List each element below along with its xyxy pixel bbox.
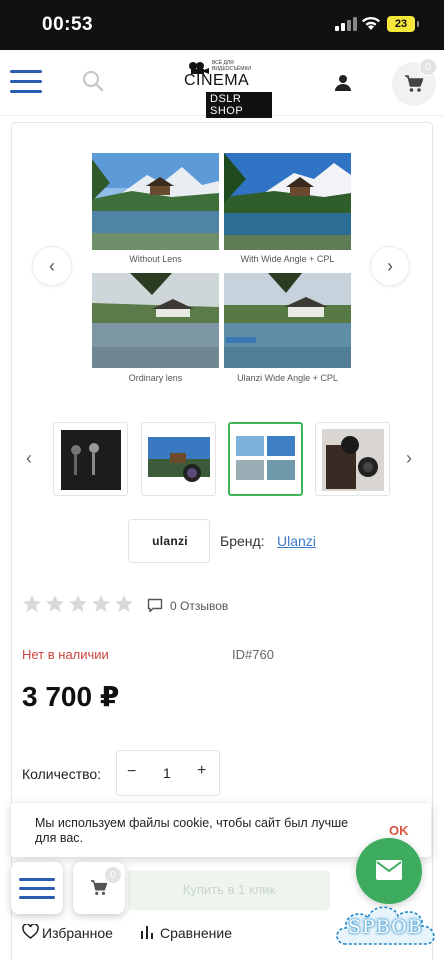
- watermark: SPBOB: [332, 894, 442, 956]
- rating-stars[interactable]: [22, 594, 134, 619]
- logo-name: CINEMA: [184, 72, 250, 89]
- caption-ordinary-lens: Ordinary lens: [128, 373, 183, 383]
- reviews-link[interactable]: 0 Отзывов: [170, 599, 228, 613]
- brand-label: Бренд:: [220, 533, 265, 549]
- thumbnail-3[interactable]: [228, 422, 303, 496]
- hamburger-menu-icon[interactable]: [10, 70, 42, 94]
- photo-ulanzi-wide-angle: [224, 273, 351, 368]
- mail-icon: [376, 860, 402, 880]
- thumbnail-lens-scene-image: [148, 437, 210, 482]
- site-logo[interactable]: ВСЁ ДЛЯ ВИДЕОСЪЁМКИ CINEMA DSLR SHOP: [176, 58, 272, 118]
- quantity-stepper: − 1 +: [116, 750, 220, 796]
- battery-indicator: 23: [387, 16, 419, 32]
- star-icon: [23, 595, 133, 612]
- caption-with-wide-angle: With Wide Angle + CPL: [240, 254, 335, 264]
- buy-one-click-button[interactable]: Купить в 1 клик: [128, 870, 330, 910]
- cart-icon: [91, 880, 108, 895]
- quantity-value[interactable]: 1: [163, 765, 171, 781]
- comment-icon: [147, 598, 163, 613]
- thumbnail-comparison-image: [236, 436, 295, 480]
- floating-cart-button[interactable]: 0: [73, 862, 125, 914]
- favorites-link[interactable]: Избранное: [42, 925, 113, 941]
- floating-menu-button[interactable]: [11, 862, 63, 914]
- quantity-decrease-button[interactable]: −: [127, 763, 136, 781]
- caption-without-lens: Without Lens: [129, 254, 182, 264]
- cookie-ok-button[interactable]: OK: [389, 823, 409, 838]
- cookie-text: Мы используем файлы cookie, чтобы сайт б…: [35, 816, 349, 845]
- header-cart-button[interactable]: 0: [392, 58, 437, 106]
- product-price: 3 700 ₽: [22, 681, 120, 712]
- user-icon[interactable]: [334, 74, 352, 92]
- status-time: 00:53: [42, 14, 94, 35]
- thumbnail-1[interactable]: [53, 422, 128, 496]
- quantity-label: Количество:: [22, 766, 102, 782]
- compare-icon[interactable]: [140, 925, 154, 939]
- gallery-next-button[interactable]: ›: [370, 246, 410, 286]
- thumbnail-2[interactable]: [141, 422, 216, 496]
- thumbnail-phone-lens-image: [322, 429, 384, 491]
- logo-tagline: ВСЁ ДЛЯ ВИДЕОСЪЁМКИ: [212, 60, 251, 72]
- floating-cart-count-badge: 0: [104, 866, 122, 884]
- photo-without-lens: [92, 153, 219, 250]
- brand-logo[interactable]: ulanzi: [128, 519, 210, 563]
- product-actions: Избранное Сравнение: [22, 922, 322, 944]
- search-icon[interactable]: [82, 70, 104, 92]
- site-header: ВСЁ ДЛЯ ВИДЕОСЪЁМКИ CINEMA DSLR SHOP 0: [0, 50, 444, 118]
- product-id: ID#760: [232, 647, 274, 662]
- compare-link[interactable]: Сравнение: [160, 925, 232, 941]
- cart-count-badge: 0: [419, 58, 437, 76]
- thumbnail-4[interactable]: [315, 422, 390, 496]
- cart-icon: [405, 75, 424, 92]
- product-main-image[interactable]: Without Lens With Wide Angle + CPL Ordin…: [92, 153, 352, 385]
- quantity-increase-button[interactable]: +: [197, 762, 206, 780]
- status-bar: 00:53 23: [0, 0, 444, 50]
- thumbs-prev-button[interactable]: ‹: [26, 448, 32, 469]
- photo-with-wide-angle: [224, 153, 351, 250]
- gallery-prev-button[interactable]: ‹: [32, 246, 72, 286]
- thumbs-next-button[interactable]: ›: [406, 448, 412, 469]
- thumbnail-earphones-image: [61, 430, 121, 490]
- caption-ulanzi-wide-angle: Ulanzi Wide Angle + CPL: [237, 373, 338, 383]
- product-page: 00:53 23 ВСЁ ДЛЯ ВИДЕОСЪЁМКИ CINEMA DSLR…: [0, 0, 444, 960]
- wifi-icon: [362, 16, 380, 30]
- watermark-text: SPBOB: [348, 916, 423, 938]
- heart-icon[interactable]: [22, 924, 39, 939]
- brand-logo-text: ulanzi: [152, 534, 188, 548]
- photo-ordinary-lens: [92, 273, 219, 368]
- stock-status: Нет в наличии: [22, 647, 109, 662]
- logo-shop: DSLR SHOP: [206, 92, 272, 118]
- cellular-signal-icon: [335, 17, 357, 31]
- brand-link[interactable]: Ulanzi: [277, 533, 316, 549]
